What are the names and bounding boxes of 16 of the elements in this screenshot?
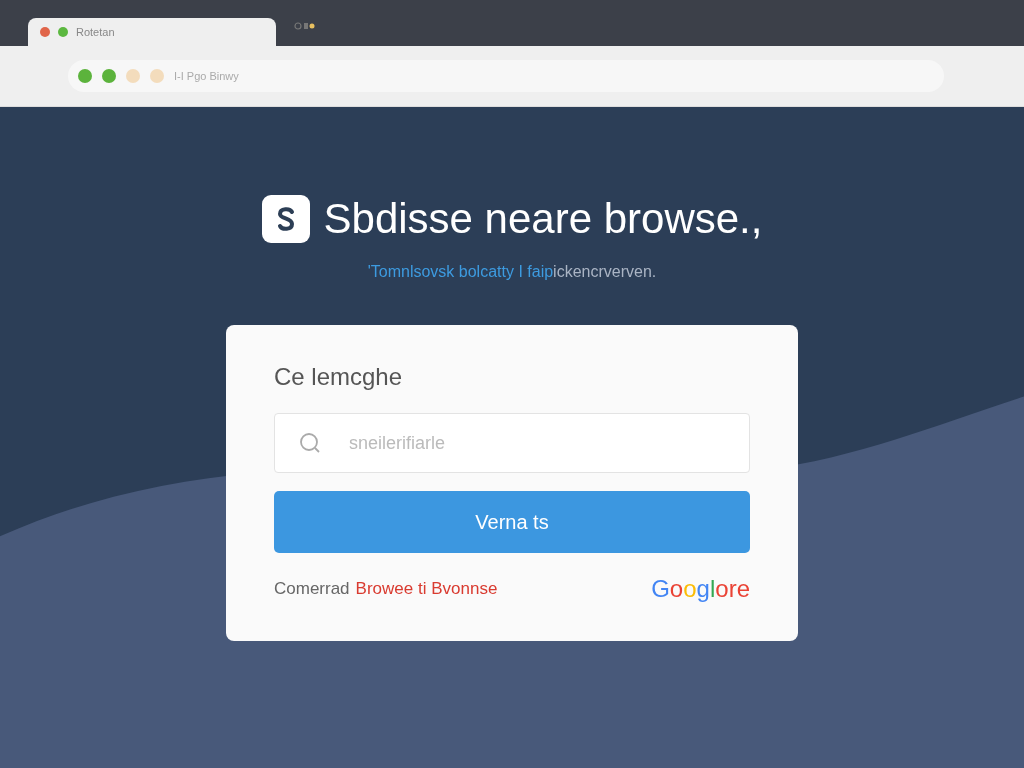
address-text: I-I Pgo Binwy	[174, 70, 239, 82]
primary-button[interactable]: Verna ts	[274, 491, 750, 553]
hero-title: Sbdisse neare browse.,	[323, 195, 763, 243]
toolbar-icons[interactable]	[294, 20, 316, 32]
card-heading: Ce lemcghe	[274, 363, 403, 391]
tab-title: Rotetan	[76, 26, 115, 38]
hero-subtitle: 'Tomnlsovsk bolcatty I faip	[367, 263, 554, 280]
footer-text: Comerrad	[274, 579, 350, 599]
hero-subtitle-rest: ickencrverven.	[553, 263, 657, 280]
app-logo-icon	[261, 195, 310, 243]
footer-link[interactable]: Browee ti Bvonnse	[355, 579, 498, 599]
brand-logo: Googlore	[651, 575, 750, 603]
search-icon	[298, 431, 322, 455]
search-field[interactable]: sneilerifiarle	[274, 413, 750, 473]
address-bar[interactable]: I-I Pgo Binwy	[68, 60, 944, 92]
browser-tab[interactable]: Rotetan	[28, 18, 276, 46]
